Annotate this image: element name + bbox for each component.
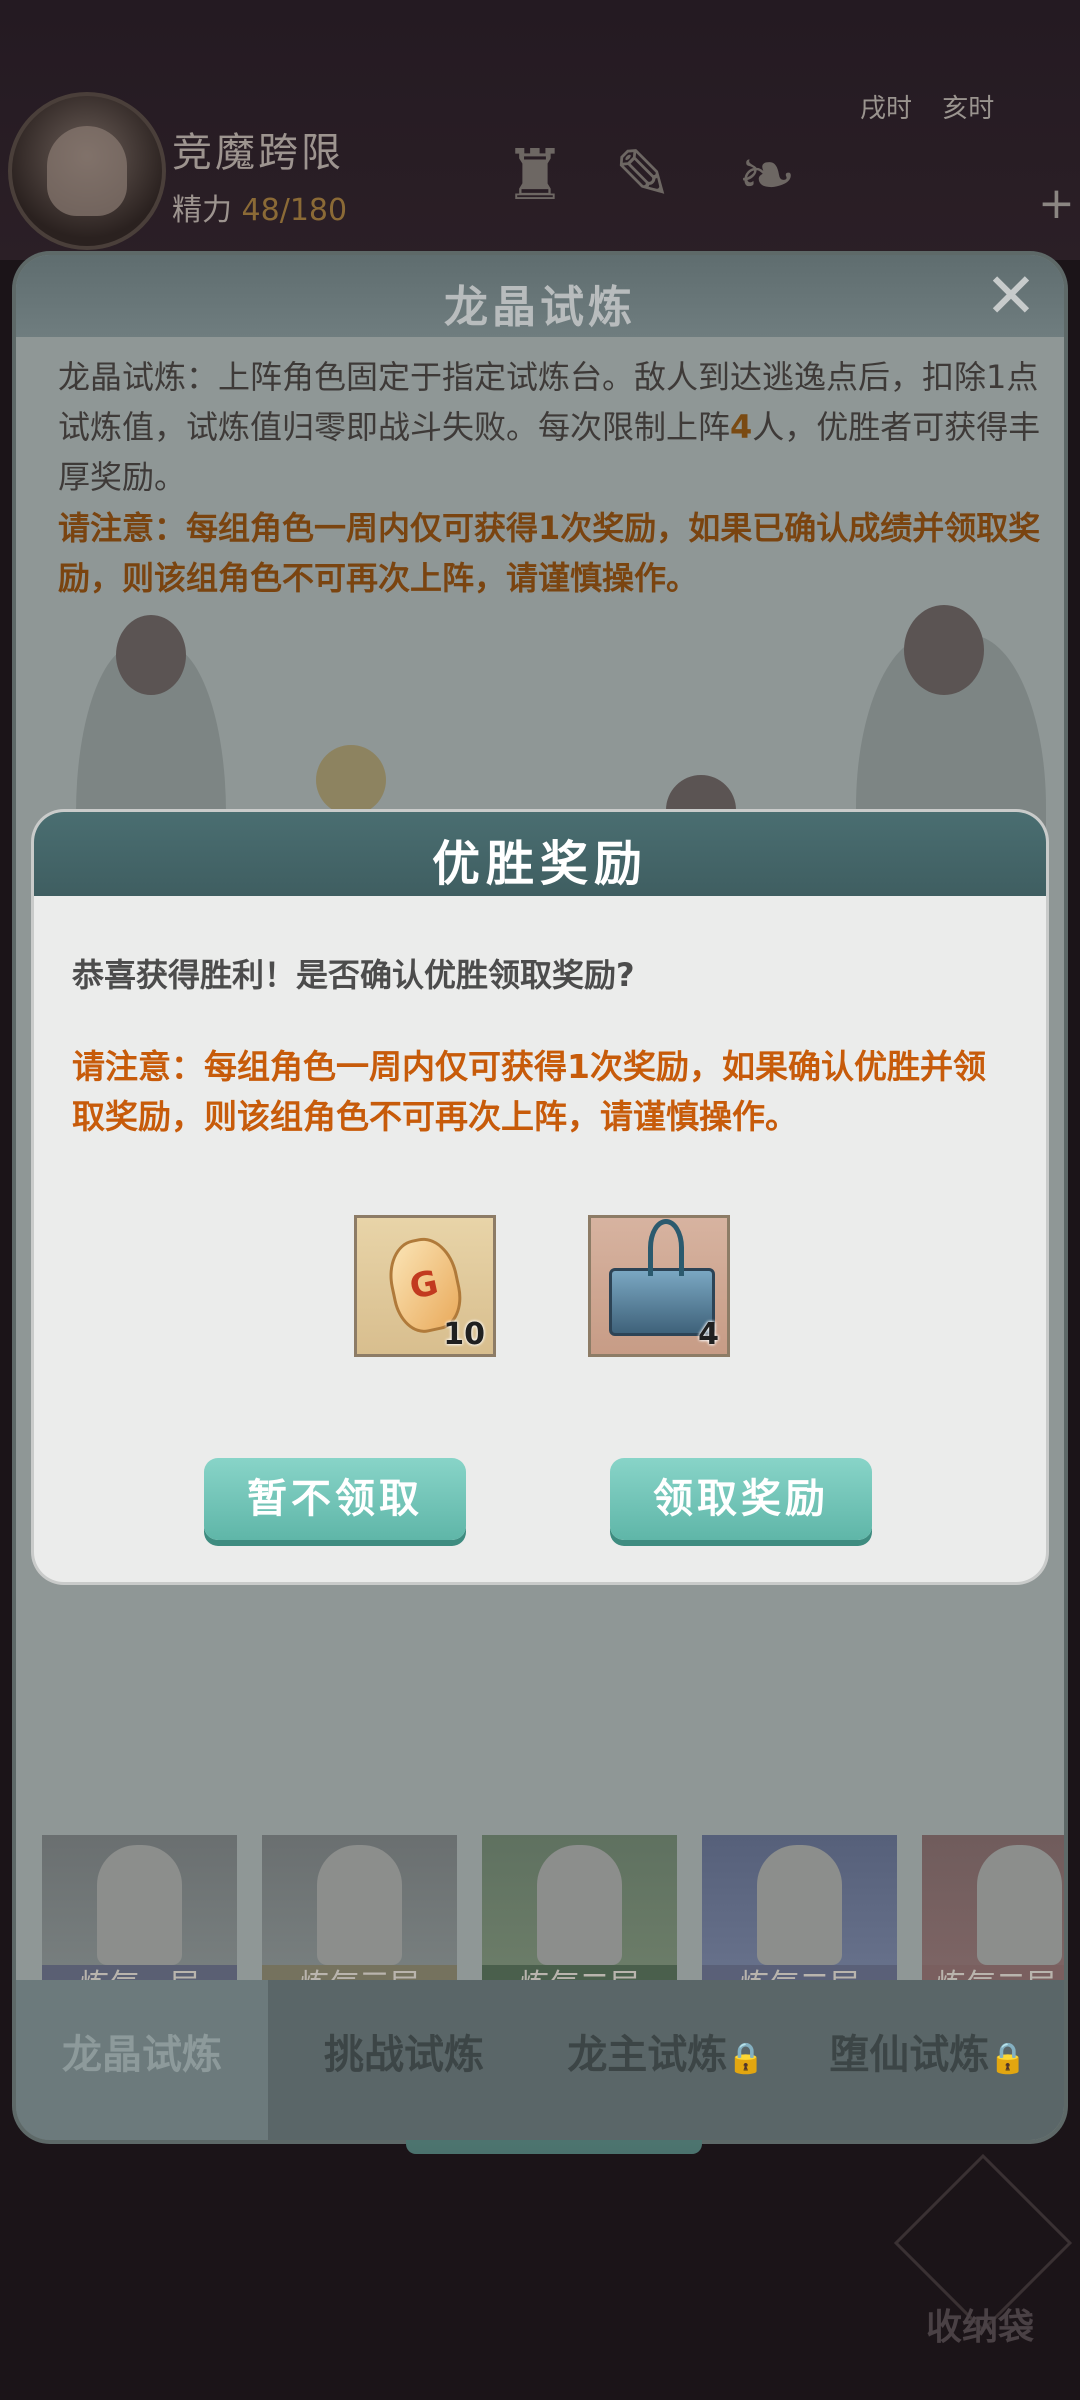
dialog-header: 优胜奖励	[34, 812, 1046, 896]
character-portrait	[922, 1835, 1064, 1965]
dialog-warning: 请注意：每组角色一周内仅可获得1次奖励，如果确认优胜并领取奖励，则该组角色不可再…	[72, 1047, 986, 1136]
energy-label: 精力	[172, 193, 232, 228]
tab-fallen-immortal-trial[interactable]: 堕仙试炼🔒	[802, 1980, 1054, 2140]
character-figure-head	[904, 605, 984, 695]
tab-label: 龙晶试炼	[62, 2032, 222, 2078]
player-name: 竞魔跨限	[172, 130, 344, 176]
scroll-icon[interactable]: ✎	[598, 130, 688, 220]
lock-icon: 🔒	[989, 2041, 1027, 2076]
dialog-title: 优胜奖励	[431, 836, 648, 892]
reward-count: 4	[698, 1317, 719, 1352]
reward-item[interactable]: 10	[354, 1215, 496, 1357]
character-portrait	[482, 1835, 677, 1965]
tab-dragon-lord-trial[interactable]: 龙主试炼🔒	[540, 1980, 792, 2140]
character-figure-head	[316, 745, 386, 815]
character-figure-head	[116, 615, 186, 695]
panel-header: 龙晶试炼 ✕	[16, 255, 1064, 337]
panel-description: 龙晶试炼：上阵角色固定于指定试炼台。敌人到达逃逸点后，扣除1点试炼值，试炼值归零…	[58, 352, 1048, 502]
energy-value: 48/180	[241, 193, 348, 228]
lock-icon: 🔒	[727, 2041, 765, 2076]
character-portrait	[42, 1835, 237, 1965]
tab-dragon-crystal-trial[interactable]: 龙晶试炼	[16, 1980, 268, 2140]
totem-icon[interactable]: ♜	[490, 130, 580, 220]
tab-label: 龙主试炼	[567, 2032, 728, 2078]
time-indicator: 戌时 亥时	[860, 88, 1016, 125]
time-slot: 戌时	[860, 94, 913, 124]
desc-count: 4	[730, 408, 753, 446]
character-portrait	[702, 1835, 897, 1965]
character-portrait	[262, 1835, 457, 1965]
plus-icon[interactable]: +	[1038, 178, 1075, 229]
tab-label: 堕仙试炼	[829, 2032, 990, 2078]
book-icon[interactable]: ❧	[722, 130, 812, 220]
panel-warning: 请注意：每组角色一周内仅可获得1次奖励，如果已确认成绩并领取奖励，则该组角色不可…	[58, 509, 1041, 597]
dialog-message: 恭喜获得胜利！是否确认优胜领取奖励?	[72, 956, 635, 994]
tab-challenge-trial[interactable]: 挑战试炼	[278, 1980, 530, 2140]
close-icon[interactable]: ✕	[978, 263, 1044, 329]
bag-label: 收纳袋	[925, 2307, 1034, 2348]
storage-bag[interactable]: 收纳袋	[893, 2153, 1073, 2380]
time-slot: 亥时	[942, 94, 995, 124]
panel-title: 龙晶试炼	[444, 282, 636, 333]
energy-display: 精力 48/180	[172, 185, 347, 229]
claim-reward-button[interactable]: 领取奖励	[610, 1458, 872, 1540]
decline-button[interactable]: 暂不领取	[204, 1458, 466, 1540]
tab-label: 挑战试炼	[324, 2032, 484, 2078]
trial-tabs: 龙晶试炼 挑战试炼 龙主试炼🔒 堕仙试炼🔒	[16, 1980, 1064, 2140]
reward-item[interactable]: 4	[588, 1215, 730, 1357]
reward-count: 10	[443, 1317, 485, 1352]
reward-dialog: 优胜奖励 恭喜获得胜利！是否确认优胜领取奖励? 请注意：每组角色一周内仅可获得1…	[34, 812, 1046, 1582]
player-avatar[interactable]	[8, 92, 166, 250]
top-bar: 竞魔跨限 精力 48/180 ♜ ✎ ❧ 戌时 亥时 +	[0, 0, 1080, 260]
